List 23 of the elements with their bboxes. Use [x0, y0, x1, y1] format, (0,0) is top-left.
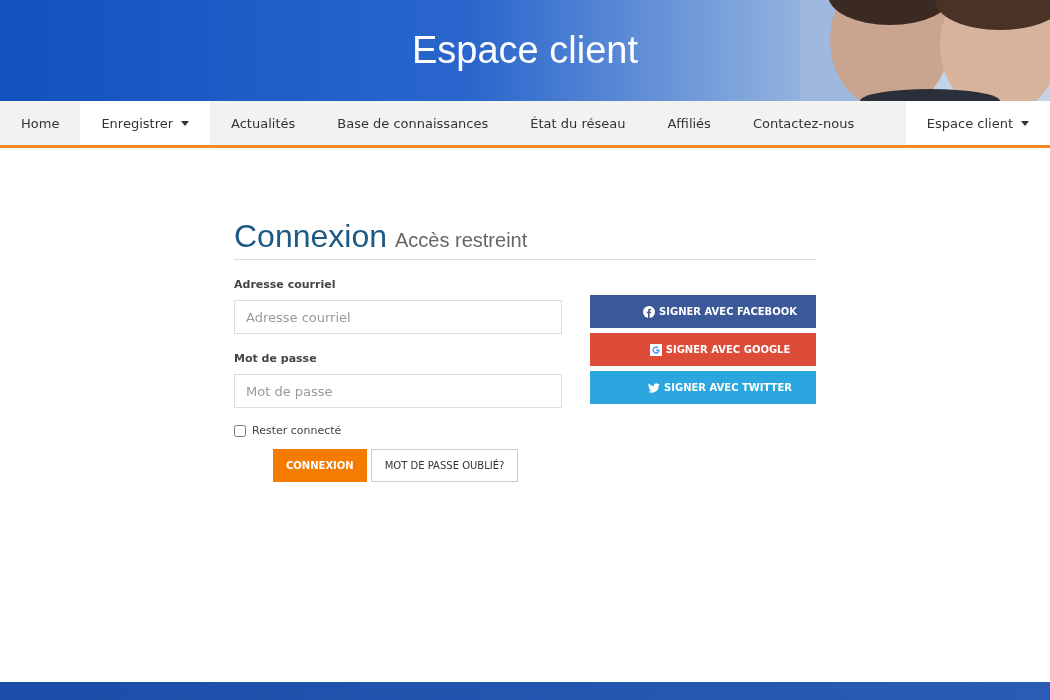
nav-link[interactable]: État du réseau: [509, 101, 647, 145]
checkbox[interactable]: [234, 424, 246, 437]
checkbox-label: Rester connecté: [252, 424, 342, 437]
nav-link[interactable]: Enregistrer: [80, 101, 211, 145]
field-label: Adresse courriel: [234, 278, 337, 291]
social-login-button[interactable]: SIGNER AVEC FACEBOOK: [590, 295, 816, 328]
login-title: Connexion: [234, 218, 387, 255]
forgot-password-button[interactable]: MOT DE PASSE OUBLIÉ?: [370, 449, 519, 482]
social-login-button[interactable]: SIGNER AVEC GOOGLE: [590, 333, 816, 366]
field-label: Mot de passe: [234, 352, 318, 365]
facebook-icon: [643, 305, 656, 318]
nav-link[interactable]: Base de connaissances: [316, 101, 510, 145]
login-subtitle: Accès restreint: [395, 229, 528, 252]
input-field[interactable]: Adresse courriel: [234, 300, 562, 334]
nav-link[interactable]: Affiliés: [646, 101, 732, 145]
nav-link[interactable]: Actualités: [210, 101, 317, 145]
nav-link[interactable]: Espace client: [905, 101, 1050, 145]
page-title: Espace client: [412, 29, 638, 72]
input-field[interactable]: Mot de passe: [234, 374, 562, 408]
bird-icon: [648, 381, 660, 394]
nav-link[interactable]: Home: [0, 101, 81, 145]
nav-link[interactable]: Contactez-nous: [731, 101, 876, 145]
google-icon: [649, 343, 662, 356]
